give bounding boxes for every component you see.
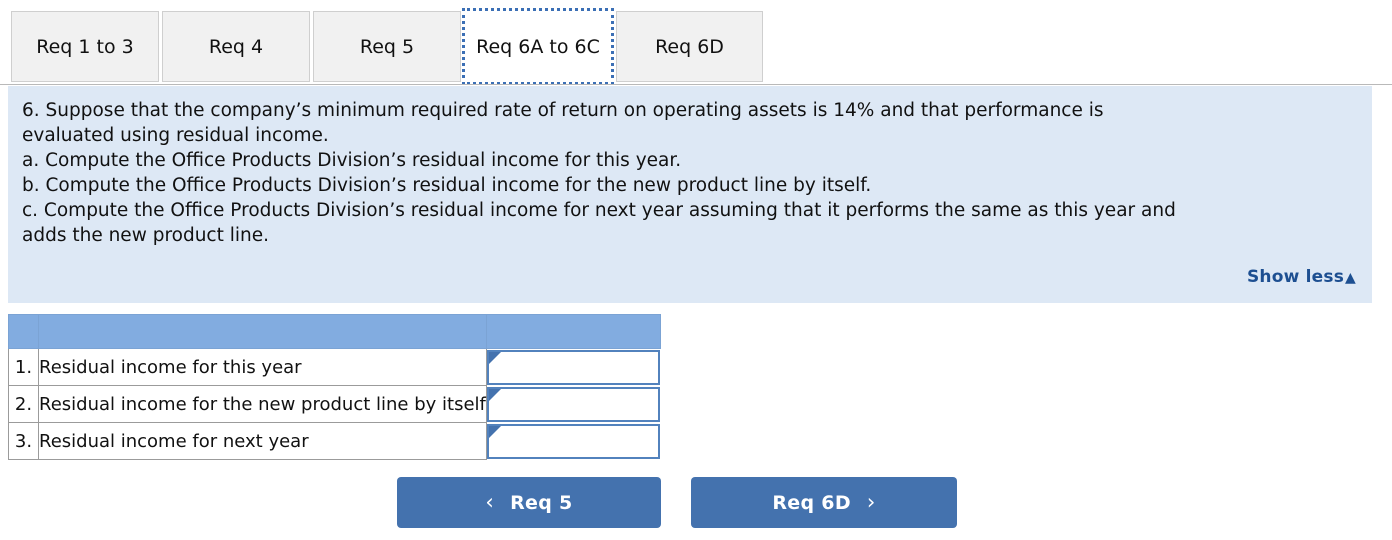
next-req-button[interactable]: Req 6D › (691, 477, 957, 528)
tab-req-6a-to-6c[interactable]: Req 6A to 6C (462, 8, 614, 85)
row-label: Residual income for the new product line… (38, 385, 487, 423)
instruction-line-2: evaluated using residual income. (22, 125, 329, 146)
tab-strip-divider (0, 84, 1392, 85)
chevron-left-icon: ‹ (485, 490, 495, 514)
tab-req-5[interactable]: Req 5 (313, 11, 461, 82)
residual-income-this-year-input[interactable] (498, 353, 658, 383)
show-less-link[interactable]: Show less▲ (1247, 267, 1356, 287)
tab-req-1-to-3[interactable]: Req 1 to 3 (11, 11, 159, 82)
tab-label: Req 4 (208, 35, 264, 58)
row-number: 1. (8, 348, 39, 386)
row-value-cell (486, 423, 660, 460)
navigation-buttons: ‹ Req 5 Req 6D › (0, 477, 1392, 529)
instruction-panel: 6. Suppose that the company’s minimum re… (8, 86, 1372, 303)
header-cell-label (38, 314, 487, 349)
tab-label: Req 6D (655, 35, 724, 58)
residual-income-next-year-input[interactable] (498, 427, 658, 457)
tab-strip: Req 1 to 3 Req 4 Req 5 Req 6A to 6C Req … (0, 0, 1392, 85)
residual-income-new-product-line-input[interactable] (498, 390, 658, 420)
instruction-line-5: c. Compute the Office Products Division’… (22, 200, 1176, 221)
next-req-label: Req 6D (772, 491, 851, 514)
caret-up-icon: ▲ (1345, 270, 1356, 286)
tab-label: Req 1 to 3 (36, 35, 134, 58)
instruction-line-1: 6. Suppose that the company’s minimum re… (22, 100, 1104, 121)
answer-table: 1. Residual income for this year 2. Resi… (8, 314, 661, 460)
show-less-container: Show less▲ (1247, 267, 1356, 287)
answer-box[interactable] (486, 349, 660, 385)
table-row: 2. Residual income for the new product l… (8, 385, 661, 423)
tab-label: Req 6A to 6C (476, 35, 600, 58)
instruction-line-6: adds the new product line. (22, 225, 270, 246)
row-value-cell (486, 386, 660, 423)
previous-req-label: Req 5 (510, 491, 573, 514)
tab-req-6d[interactable]: Req 6D (616, 11, 763, 82)
header-cell-value (485, 314, 661, 349)
chevron-right-icon: › (866, 490, 876, 514)
row-label: Residual income for this year (38, 348, 487, 386)
row-number: 2. (8, 385, 39, 423)
header-cell-number (8, 314, 39, 349)
answer-box[interactable] (486, 423, 660, 459)
row-number: 3. (8, 422, 39, 460)
show-less-label: Show less (1246, 267, 1345, 287)
instruction-line-4: b. Compute the Office Products Division’… (22, 175, 872, 196)
tab-req-4[interactable]: Req 4 (162, 11, 310, 82)
row-value-cell (486, 349, 660, 386)
row-label: Residual income for next year (38, 422, 487, 460)
table-header-row (8, 314, 661, 349)
table-row: 3. Residual income for next year (8, 422, 661, 460)
tab-label: Req 5 (359, 35, 415, 58)
previous-req-button[interactable]: ‹ Req 5 (397, 477, 661, 528)
table-row: 1. Residual income for this year (8, 348, 661, 386)
answer-box[interactable] (486, 386, 660, 422)
instruction-line-3: a. Compute the Office Products Division’… (22, 150, 682, 171)
